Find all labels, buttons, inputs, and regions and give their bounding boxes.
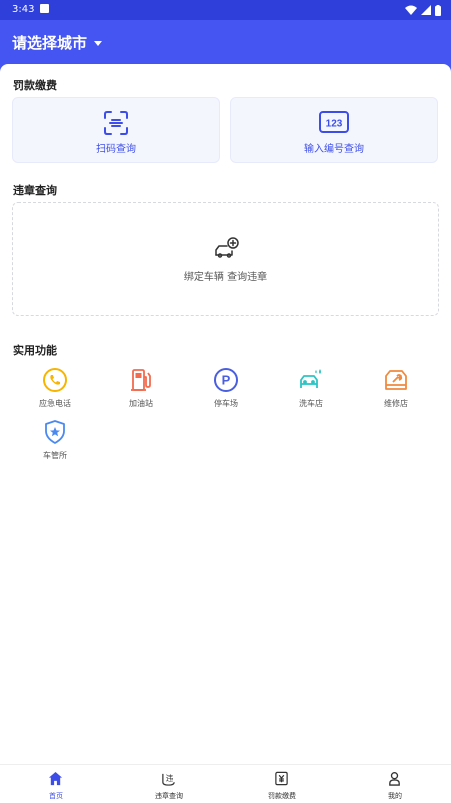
input-number-query-label: 输入编号查询: [304, 144, 364, 155]
repair-shop-icon: [385, 370, 407, 390]
repair-shop-button[interactable]: 维修店: [366, 368, 426, 412]
wifi-icon: [405, 5, 417, 15]
number-input-icon-text: 123: [326, 119, 343, 130]
caret-down-icon: [94, 41, 103, 46]
main-content: 罚款缴费 扫码查询 123 输入编号查询 违章查询 绑定车辆 查询违章 实用功能…: [0, 64, 451, 764]
nav-violation-query[interactable]: 违 违章查询: [113, 765, 225, 803]
bind-vehicle-label: 绑定车辆 查询违章: [183, 272, 268, 283]
bottom-nav: 首页 违 违章查询 罚款缴费 我的: [0, 764, 451, 803]
violation-icon: 违: [162, 773, 175, 786]
car-wash-button[interactable]: 洗车店: [281, 368, 341, 412]
status-bar: 3:43: [0, 0, 451, 20]
city-select-dropdown[interactable]: 请选择城市: [12, 32, 103, 53]
phone-icon: [43, 368, 67, 392]
add-car-icon: [215, 237, 239, 258]
svg-text:P: P: [222, 373, 231, 388]
utility-label-emergency: 应急电话: [39, 399, 71, 408]
status-indicators: [405, 4, 441, 16]
utilities-title: 实用功能: [13, 344, 57, 357]
scan-query-label: 扫码查询: [96, 144, 136, 155]
utility-label-parking: 停车场: [214, 399, 238, 408]
svg-text:违: 违: [166, 773, 174, 782]
nav-fine-label: 罚款缴费: [268, 792, 296, 800]
car-wash-icon: [300, 369, 321, 388]
nav-violation-label: 违章查询: [155, 792, 183, 800]
violation-query-title: 违章查询: [13, 184, 57, 197]
notification-icon: [40, 4, 49, 13]
fine-payment-title: 罚款缴费: [13, 79, 57, 92]
utility-label-vehicle-admin: 车管所: [43, 451, 67, 460]
signal-icon: [421, 5, 431, 15]
battery-icon: [435, 4, 441, 16]
utility-label-carwash: 洗车店: [299, 399, 323, 408]
vehicle-admin-icon: [45, 420, 65, 444]
nav-profile[interactable]: 我的: [339, 765, 451, 803]
number-input-icon: 123: [319, 111, 349, 133]
profile-icon: [389, 772, 400, 786]
vehicle-admin-button[interactable]: 车管所: [25, 420, 85, 464]
home-icon: [48, 771, 63, 786]
status-time: 3:43: [12, 4, 35, 15]
bind-vehicle-button[interactable]: 绑定车辆 查询违章: [12, 202, 439, 316]
nav-home-label: 首页: [49, 792, 63, 800]
utility-label-gas: 加油站: [129, 399, 153, 408]
nav-profile-label: 我的: [388, 792, 402, 800]
scan-icon: [104, 111, 128, 135]
nav-fine-payment[interactable]: 罚款缴费: [226, 765, 338, 803]
parking-icon: P: [214, 368, 238, 392]
nav-home[interactable]: 首页: [0, 765, 112, 803]
gas-station-button[interactable]: 加油站: [111, 368, 171, 412]
fine-icon: [275, 771, 288, 786]
emergency-phone-button[interactable]: 应急电话: [25, 368, 85, 412]
input-number-query-button[interactable]: 123 输入编号查询: [230, 97, 438, 163]
app-header: 请选择城市: [0, 20, 451, 66]
utility-label-repair: 维修店: [384, 399, 408, 408]
city-select-label: 请选择城市: [12, 34, 88, 52]
scan-query-button[interactable]: 扫码查询: [12, 97, 220, 163]
gas-station-icon: [131, 369, 151, 391]
parking-button[interactable]: P 停车场: [196, 368, 256, 412]
